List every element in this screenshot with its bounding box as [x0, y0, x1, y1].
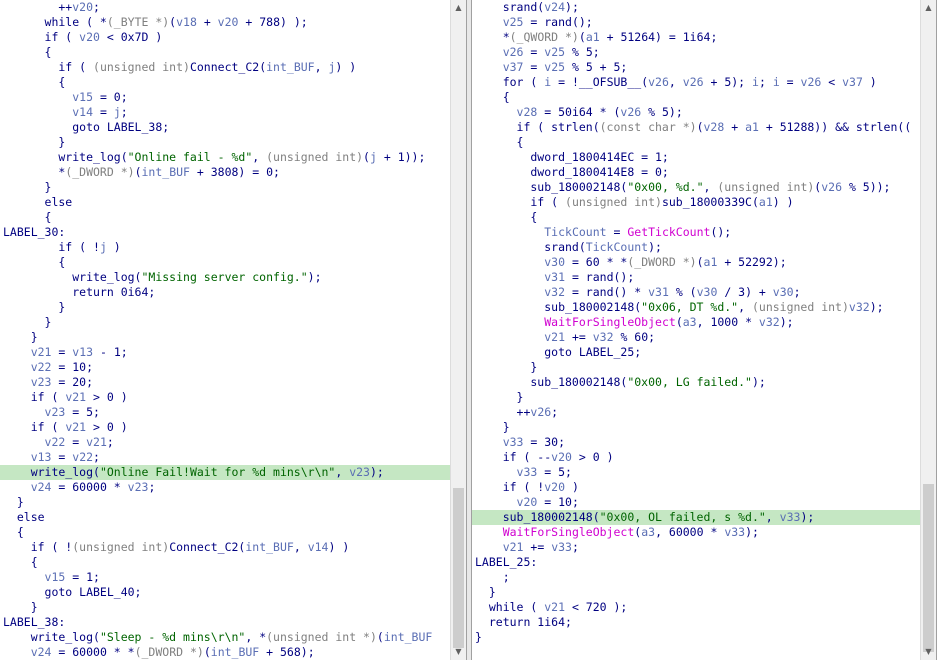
right-code-line[interactable]: } — [472, 360, 920, 375]
left-code-line[interactable]: v14 = j; — [0, 105, 450, 120]
left-code-line[interactable]: if ( (unsigned int)Connect_C2(int_BUF, j… — [0, 60, 450, 75]
left-code-line[interactable]: LABEL_38: — [0, 615, 450, 630]
left-code-line[interactable]: } — [0, 315, 450, 330]
right-pseudocode-pane[interactable]: srand(v24); v25 = rand(); *(_QWORD *)(a1… — [471, 0, 937, 660]
left-code-line[interactable]: return 0i64; — [0, 285, 450, 300]
left-code-line[interactable]: v22 = v21; — [0, 435, 450, 450]
left-code-line[interactable]: if ( !(unsigned int)Connect_C2(int_BUF, … — [0, 540, 450, 555]
left-code-line[interactable]: { — [0, 45, 450, 60]
left-code-line[interactable]: if ( !j ) — [0, 240, 450, 255]
right-code-line[interactable]: if ( !v20 ) — [472, 480, 920, 495]
right-code-line[interactable]: ; — [472, 570, 920, 585]
left-code-line[interactable]: v22 = 10; — [0, 360, 450, 375]
left-code-line[interactable]: write_log("Online Fail!Wait for %d mins\… — [0, 465, 450, 480]
right-code-line[interactable]: v33 = 5; — [472, 465, 920, 480]
right-code-line[interactable]: while ( v21 < 720 ); — [472, 600, 920, 615]
left-code-line[interactable]: write_log("Online fail - %d", (unsigned … — [0, 150, 450, 165]
left-code-line[interactable]: v15 = 0; — [0, 90, 450, 105]
right-scroll-down-icon[interactable]: ▼ — [921, 644, 936, 660]
right-code-line[interactable]: v26 = v25 % 5; — [472, 45, 920, 60]
left-code-line[interactable]: } — [0, 330, 450, 345]
right-code-line[interactable]: { — [472, 210, 920, 225]
left-code-line[interactable]: } — [0, 600, 450, 615]
left-code-line[interactable]: v24 = 60000 * v23; — [0, 480, 450, 495]
right-code-line[interactable]: WaitForSingleObject(a3, 60000 * v33); — [472, 525, 920, 540]
left-code-line[interactable]: v21 = v13 - 1; — [0, 345, 450, 360]
right-code-line[interactable]: { — [472, 90, 920, 105]
right-code-line[interactable]: v21 += v33; — [472, 540, 920, 555]
left-code-line[interactable]: goto LABEL_40; — [0, 585, 450, 600]
left-code-line[interactable]: v15 = 1; — [0, 570, 450, 585]
left-code-line[interactable]: goto LABEL_38; — [0, 120, 450, 135]
left-code-line[interactable]: v23 = 5; — [0, 405, 450, 420]
right-code-line[interactable]: return 1i64; — [472, 615, 920, 630]
right-code-line[interactable]: if ( strlen((const char *)(v28 + a1 + 51… — [472, 120, 920, 135]
right-code-line[interactable]: LABEL_25: — [472, 555, 920, 570]
right-code-line[interactable]: TickCount = GetTickCount(); — [472, 225, 920, 240]
left-pseudocode-pane[interactable]: ++v20; while ( *(_BYTE *)(v18 + v20 + 78… — [0, 0, 467, 660]
left-code-line[interactable]: if ( v21 > 0 ) — [0, 390, 450, 405]
left-code-line[interactable]: v13 = v22; — [0, 450, 450, 465]
right-scroll-up-icon[interactable]: ▲ — [921, 0, 936, 16]
right-code-line[interactable]: for ( i = !__OFSUB__(v26, v26 + 5); i; i… — [472, 75, 920, 90]
right-code-line[interactable]: sub_180002148("0x00, %d.", (unsigned int… — [472, 180, 920, 195]
left-code-line[interactable]: ++v20; — [0, 0, 450, 15]
left-code-line[interactable]: v23 = 20; — [0, 375, 450, 390]
right-code-line[interactable]: v31 = rand(); — [472, 270, 920, 285]
right-code-line[interactable]: v20 = 10; — [472, 495, 920, 510]
right-code-line[interactable]: WaitForSingleObject(a3, 1000 * v32); — [472, 315, 920, 330]
right-code-line[interactable]: } — [472, 420, 920, 435]
left-code-line[interactable]: { — [0, 255, 450, 270]
left-code-line[interactable]: } — [0, 135, 450, 150]
left-code-line[interactable]: } — [0, 180, 450, 195]
right-code-line[interactable]: srand(v24); — [472, 0, 920, 15]
right-code-line[interactable]: sub_180002148("0x00, LG failed."); — [472, 375, 920, 390]
right-code-line[interactable]: if ( (unsigned int)sub_18000339C(a1) ) — [472, 195, 920, 210]
left-code-line[interactable]: else — [0, 195, 450, 210]
right-code-line[interactable]: v33 = 30; — [472, 435, 920, 450]
left-code-line[interactable]: v24 = 60000 * *(_DWORD *)(int_BUF + 568)… — [0, 645, 450, 660]
right-code-line[interactable]: sub_180002148("0x06, DT %d.", (unsigned … — [472, 300, 920, 315]
right-code-line[interactable]: ++v26; — [472, 405, 920, 420]
right-code-line[interactable]: *(_QWORD *)(a1 + 51264) = 1i64; — [472, 30, 920, 45]
left-vertical-scrollbar[interactable]: ▲ ▼ — [450, 0, 466, 660]
right-code-line[interactable]: sub_180002148("0x00, OL failed, s %d.", … — [472, 510, 920, 525]
left-scroll-thumb[interactable] — [453, 488, 464, 648]
right-code-line[interactable]: v25 = rand(); — [472, 15, 920, 30]
left-scroll-down-icon[interactable]: ▼ — [451, 644, 466, 660]
left-code-line[interactable]: while ( *(_BYTE *)(v18 + v20 + 788) ); — [0, 15, 450, 30]
left-code-line[interactable]: { — [0, 210, 450, 225]
left-code-line[interactable]: { — [0, 555, 450, 570]
left-code-line[interactable]: { — [0, 525, 450, 540]
left-code-line[interactable]: { — [0, 75, 450, 90]
right-code-line[interactable]: v28 = 50i64 * (v26 % 5); — [472, 105, 920, 120]
right-code-line[interactable]: v32 = rand() * v31 % (v30 / 3) + v30; — [472, 285, 920, 300]
right-code-line[interactable]: srand(TickCount); — [472, 240, 920, 255]
right-code-line[interactable]: } — [472, 390, 920, 405]
left-code-line[interactable]: if ( v21 > 0 ) — [0, 420, 450, 435]
left-code-line[interactable]: write_log("Sleep - %d mins\r\n", *(unsig… — [0, 630, 450, 645]
right-code-line[interactable]: if ( --v20 > 0 ) — [472, 450, 920, 465]
right-code-line[interactable]: goto LABEL_25; — [472, 345, 920, 360]
left-code-view[interactable]: ++v20; while ( *(_BYTE *)(v18 + v20 + 78… — [0, 0, 450, 660]
left-code-line[interactable]: } — [0, 495, 450, 510]
right-code-line[interactable]: } — [472, 585, 920, 600]
right-vertical-scrollbar[interactable]: ▲ ▼ — [920, 0, 936, 660]
left-code-line[interactable]: LABEL_30: — [0, 225, 450, 240]
left-code-line[interactable]: write_log("Missing server config."); — [0, 270, 450, 285]
right-code-line[interactable]: dword_1800414EC = 1; — [472, 150, 920, 165]
left-scroll-up-icon[interactable]: ▲ — [451, 0, 466, 16]
right-code-line[interactable]: dword_1800414E8 = 0; — [472, 165, 920, 180]
left-code-line[interactable]: if ( v20 < 0x7D ) — [0, 30, 450, 45]
right-code-view[interactable]: srand(v24); v25 = rand(); *(_QWORD *)(a1… — [472, 0, 920, 660]
right-code-line[interactable]: { — [472, 135, 920, 150]
right-scroll-thumb[interactable] — [923, 484, 934, 652]
right-code-line[interactable]: v21 += v32 % 60; — [472, 330, 920, 345]
right-code-line[interactable]: } — [472, 630, 920, 645]
left-code-line[interactable]: *(_DWORD *)(int_BUF + 3808) = 0; — [0, 165, 450, 180]
left-code-line[interactable]: else — [0, 510, 450, 525]
right-code-line[interactable]: v37 = v25 % 5 + 5; — [472, 60, 920, 75]
left-code-line[interactable]: } — [0, 300, 450, 315]
right-code-line[interactable]: v30 = 60 * *(_DWORD *)(a1 + 52292); — [472, 255, 920, 270]
